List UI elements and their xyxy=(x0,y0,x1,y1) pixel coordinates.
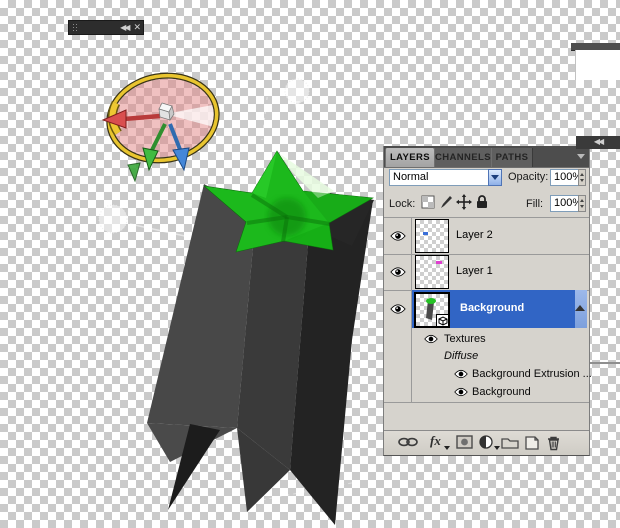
close-panel-icon[interactable]: ✕ xyxy=(133,22,143,33)
map-type-label: Diffuse xyxy=(444,350,479,362)
layer-name[interactable]: Background xyxy=(460,302,524,314)
texture-map-type-row: Diffuse xyxy=(384,348,589,365)
texture-item-label[interactable]: Background xyxy=(472,386,531,398)
visibility-eye-icon[interactable] xyxy=(390,303,406,315)
layer-name[interactable]: Layer 2 xyxy=(456,229,493,241)
opacity-input[interactable]: 100% xyxy=(550,169,582,186)
divider-line xyxy=(588,362,620,364)
3d-star-object[interactable] xyxy=(147,150,374,525)
dock-collapse-strip[interactable]: ◀◀ xyxy=(576,136,620,149)
fx-menu-arrow-icon[interactable] xyxy=(444,446,450,450)
fill-input[interactable]: 100% xyxy=(550,195,582,212)
layer-thumbnail[interactable] xyxy=(415,255,449,289)
lock-all-icon[interactable] xyxy=(475,194,489,210)
layers-panel: LAYERS CHANNELS PATHS Normal Opacity: 10… xyxy=(383,146,592,456)
collapsed-panel-titlebar[interactable]: ◀◀ ✕ xyxy=(68,20,144,35)
3d-light-widget[interactable] xyxy=(98,204,128,234)
x-axis-shaft[interactable] xyxy=(123,113,161,122)
panel-flyout-fragment xyxy=(575,50,620,80)
link-layers-icon[interactable] xyxy=(397,435,419,449)
collapse-panel-icon[interactable]: ◀◀ xyxy=(120,22,133,33)
panel-tab-bar: LAYERS CHANNELS PATHS xyxy=(384,146,589,168)
layer-thumbnail-3d[interactable] xyxy=(414,292,450,328)
opacity-label: Opacity: xyxy=(508,171,549,183)
visibility-eye-icon[interactable] xyxy=(454,387,468,397)
new-group-folder-icon[interactable] xyxy=(501,435,519,450)
lock-transparency-icon[interactable] xyxy=(421,195,436,210)
visibility-eye-icon[interactable] xyxy=(454,369,468,379)
adjustment-menu-arrow-icon[interactable] xyxy=(494,446,500,450)
fill-label: Fill: xyxy=(526,198,544,210)
textures-label: Textures xyxy=(444,333,486,345)
delete-layer-trash-icon[interactable] xyxy=(546,435,561,451)
tab-layers[interactable]: LAYERS xyxy=(385,148,435,167)
new-layer-icon[interactable] xyxy=(524,435,540,451)
layer-thumbnail[interactable] xyxy=(415,219,449,253)
3d-light-widget[interactable] xyxy=(284,78,310,113)
visibility-eye-icon[interactable] xyxy=(390,266,406,278)
lock-position-move-icon[interactable] xyxy=(456,194,472,210)
layer-style-fx-icon[interactable]: fx xyxy=(430,433,441,449)
layer-name[interactable]: Layer 1 xyxy=(456,265,493,277)
lock-pixels-brush-icon[interactable] xyxy=(439,195,454,210)
visibility-eye-icon[interactable] xyxy=(424,334,438,344)
fill-spinner[interactable] xyxy=(578,195,586,212)
opacity-spinner[interactable] xyxy=(578,169,586,186)
3d-axis-widget[interactable] xyxy=(101,67,224,183)
adjustment-layer-icon[interactable] xyxy=(479,435,494,450)
texture-item-row[interactable]: Background xyxy=(384,383,589,401)
tab-channels[interactable]: CHANNELS xyxy=(434,148,492,167)
lock-label: Lock: xyxy=(389,198,416,210)
layers-panel-footer: fx xyxy=(384,430,589,455)
textures-collapse-icon[interactable] xyxy=(575,305,585,311)
texture-item-row[interactable]: Background Extrusion ... xyxy=(384,365,592,383)
drag-grip-icon[interactable] xyxy=(72,23,79,32)
panel-menu-icon[interactable] xyxy=(577,154,585,159)
photoshop-canvas-area: ◀◀ ✕ LAYERS CHANNELS PATHS Normal Opacit… xyxy=(0,0,620,528)
3d-layer-badge-icon xyxy=(436,314,449,327)
textures-header-row[interactable]: Textures xyxy=(384,330,589,348)
tab-paths[interactable]: PATHS xyxy=(491,148,533,167)
texture-item-label[interactable]: Background Extrusion ... xyxy=(472,368,592,380)
layer-row-layer2[interactable]: Layer 2 xyxy=(384,218,589,255)
layer-row-layer1[interactable]: Layer 1 xyxy=(384,254,589,291)
blend-mode-select[interactable]: Normal xyxy=(389,169,490,186)
add-layer-mask-icon[interactable] xyxy=(456,435,474,450)
blend-mode-dropdown-icon[interactable] xyxy=(488,169,502,186)
visibility-eye-icon[interactable] xyxy=(390,230,406,242)
layer-row-background[interactable]: Background xyxy=(384,290,589,328)
